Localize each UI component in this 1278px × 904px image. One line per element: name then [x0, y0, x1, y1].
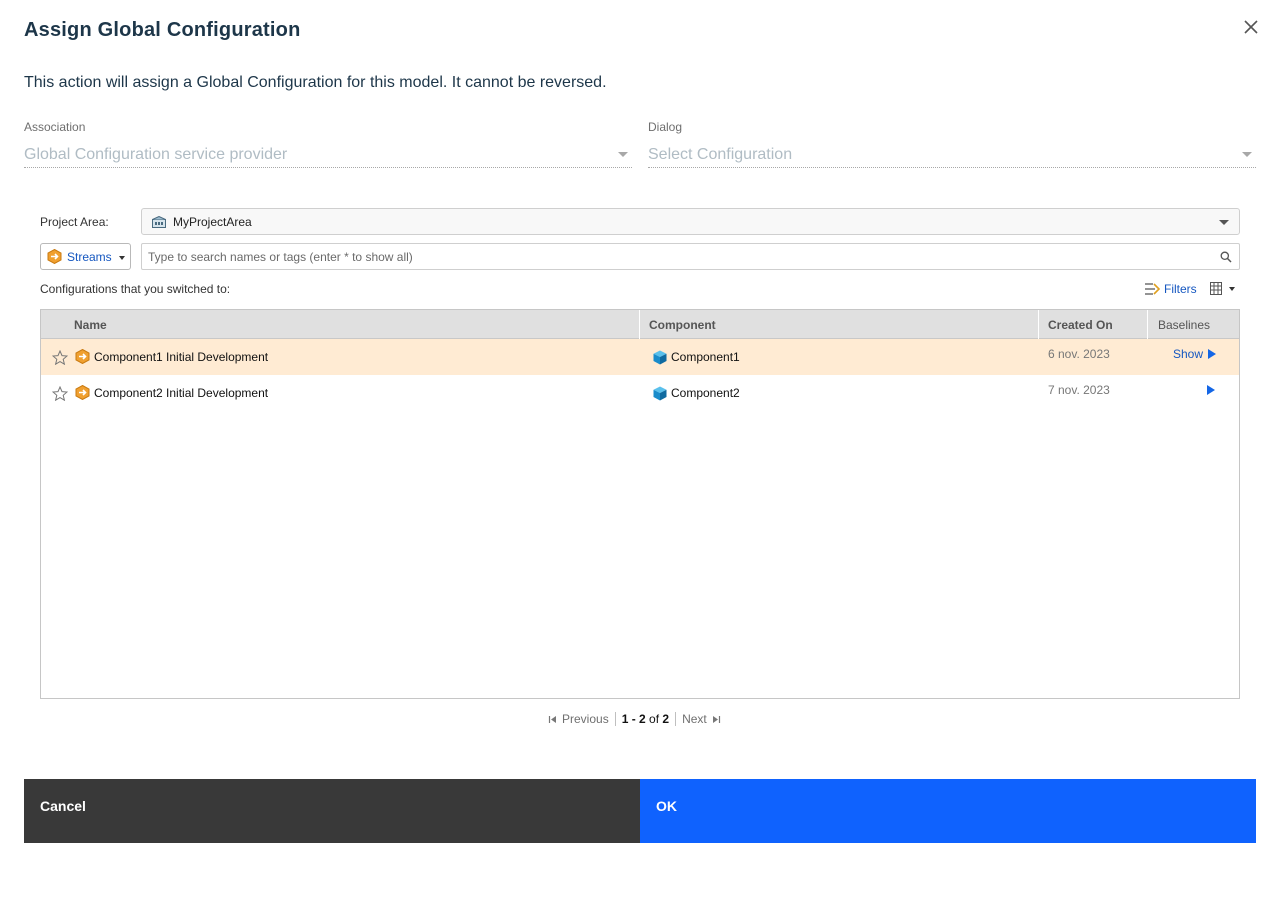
component-name: Component1: [671, 350, 740, 364]
show-baselines-label: Show: [1173, 347, 1204, 361]
search-icon[interactable]: [1220, 251, 1232, 263]
columns-menu-button[interactable]: [1209, 281, 1235, 296]
project-area-label: Project Area:: [40, 215, 109, 229]
chevron-down-icon: [618, 152, 628, 157]
show-baselines-link[interactable]: Show: [1173, 347, 1217, 361]
association-label: Association: [24, 120, 86, 134]
first-page-icon: [548, 715, 556, 723]
columns-icon: [1210, 282, 1222, 295]
favorite-star-button[interactable]: [52, 386, 68, 401]
project-area-select[interactable]: MyProjectArea: [141, 208, 1240, 235]
column-header-component[interactable]: Component: [649, 310, 716, 339]
star-icon: [52, 350, 68, 365]
project-area-value: MyProjectArea: [173, 214, 252, 229]
configuration-select[interactable]: Select Configuration: [648, 142, 1256, 168]
pager-divider: [614, 712, 616, 726]
filter-icon: [1145, 283, 1160, 295]
last-page-icon: [712, 715, 720, 723]
star-icon: [52, 386, 68, 401]
pagination: Previous 1 - 2 of 2 Next: [548, 712, 721, 726]
previous-page-button[interactable]: Previous: [562, 712, 609, 726]
filters-label: Filters: [1164, 282, 1197, 296]
stream-icon: [75, 385, 90, 400]
next-page-button[interactable]: Next: [682, 712, 707, 726]
close-button[interactable]: [1241, 17, 1261, 37]
chevron-down-icon: [1219, 220, 1229, 225]
stream-icon: [47, 249, 62, 264]
configuration-value: Select Configuration: [648, 145, 793, 163]
dialog-description: This action will assign a Global Configu…: [24, 74, 607, 91]
dialog-label: Dialog: [648, 120, 683, 134]
association-field: Association Global Configuration service…: [24, 120, 632, 168]
favorite-star-button[interactable]: [52, 350, 68, 365]
created-on-date: 6 nov. 2023: [1048, 347, 1110, 361]
component-cube-icon: [653, 386, 667, 401]
ok-button[interactable]: OK: [640, 779, 1256, 843]
play-arrow-icon: [1208, 349, 1217, 359]
dialog-title: Assign Global Configuration: [24, 19, 301, 41]
pager-divider: [675, 712, 677, 726]
configuration-name-link[interactable]: Component2 Initial Development: [94, 386, 268, 400]
project-area-icon: [152, 215, 166, 228]
chevron-down-icon: [1229, 286, 1235, 291]
close-icon: [1244, 20, 1258, 34]
table-row[interactable]: Component1 Initial Development Component…: [41, 339, 1239, 375]
search-field: [141, 243, 1240, 270]
dialog-field: Dialog Select Configuration: [648, 120, 1256, 168]
column-divider: [1147, 310, 1148, 339]
column-divider: [639, 310, 640, 339]
search-input[interactable]: [148, 249, 1208, 264]
play-arrow-icon: [1207, 385, 1215, 395]
streams-dropdown-button[interactable]: Streams: [40, 243, 131, 270]
table-row[interactable]: Component2 Initial Development Component…: [41, 375, 1239, 411]
stream-icon: [75, 349, 90, 364]
component-cube-icon: [653, 350, 667, 365]
switched-configurations-label: Configurations that you switched to:: [40, 282, 231, 296]
association-value: Global Configuration service provider: [24, 145, 288, 163]
column-header-name[interactable]: Name: [74, 310, 107, 339]
created-on-date: 7 nov. 2023: [1048, 383, 1110, 397]
column-header-created-on[interactable]: Created On: [1048, 310, 1113, 339]
column-header-baselines: Baselines: [1158, 317, 1211, 332]
streams-label: Streams: [67, 249, 112, 264]
table-header: Name Component Created On Baselines: [41, 310, 1239, 339]
configurations-table: Name Component Created On Baselines Comp…: [40, 309, 1240, 699]
page-range: 1 - 2 of 2: [621, 712, 670, 726]
chevron-down-icon: [119, 256, 125, 260]
show-baselines-link[interactable]: [1202, 385, 1215, 395]
association-select[interactable]: Global Configuration service provider: [24, 142, 632, 168]
configuration-name-link[interactable]: Component1 Initial Development: [94, 350, 268, 364]
cancel-button[interactable]: Cancel: [24, 779, 640, 843]
component-name: Component2: [671, 386, 740, 400]
filters-button[interactable]: Filters: [1144, 281, 1197, 297]
column-divider: [1038, 310, 1039, 339]
chevron-down-icon: [1242, 152, 1252, 157]
